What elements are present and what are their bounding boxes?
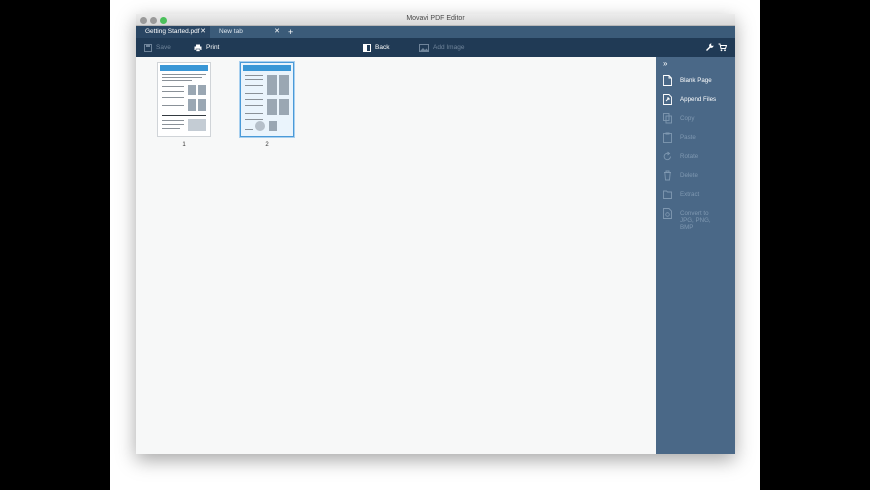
convert-button[interactable]: Convert to JPG, PNG, BMP: [663, 208, 720, 231]
thumbnail-text-line: [245, 129, 253, 130]
image-icon: [419, 43, 429, 52]
thumbnail-text-line: [162, 91, 184, 92]
append-files-button[interactable]: Append Files: [663, 94, 716, 106]
copy-label: Copy: [680, 115, 695, 122]
append-files-icon: [663, 94, 672, 105]
page-actions-panel: » Blank Page Append Files Copy Paste Rot…: [656, 57, 735, 454]
page-thumbnail[interactable]: [157, 62, 211, 137]
convert-icon: [663, 208, 672, 219]
rotate-label: Rotate: [680, 153, 699, 160]
thumbnail-text-line: [245, 113, 263, 114]
thumbnail-text-line: [245, 85, 263, 86]
cart-icon[interactable]: [718, 43, 727, 52]
thumbnail-text-line: [162, 105, 184, 106]
close-tab-icon[interactable]: ✕: [274, 26, 280, 38]
thumbnail-figure: [188, 85, 196, 95]
new-tab-button[interactable]: +: [288, 26, 293, 38]
extract-button[interactable]: Extract: [663, 189, 699, 201]
copy-icon: [663, 113, 672, 124]
collapse-panel-icon[interactable]: »: [663, 59, 667, 68]
save-icon: [144, 43, 152, 52]
print-label: Print: [206, 44, 220, 51]
thumbnail-figure: [188, 99, 196, 111]
thumbnail-text-line: [245, 79, 263, 80]
thumbnail-text-line: [245, 119, 263, 120]
copy-button[interactable]: Copy: [663, 113, 694, 125]
thumbnail-figure: [198, 85, 206, 95]
convert-label: Convert to JPG, PNG, BMP: [680, 210, 711, 231]
print-button[interactable]: Print: [194, 38, 219, 57]
thumbnail-text-line: [162, 80, 192, 81]
thumbnail-text-line: [245, 99, 263, 100]
thumbnail-text-line: [162, 128, 180, 129]
thumbnail-text-line: [162, 115, 206, 116]
blank-page-icon: [663, 75, 672, 86]
thumbnail-header-band: [243, 65, 291, 71]
tab-getting-started[interactable]: Getting Started.pdf ✕: [136, 26, 210, 38]
thumbnail-figure: [279, 75, 289, 95]
tab-bar: Getting Started.pdf ✕ New tab ✕ +: [136, 26, 735, 38]
close-tab-icon[interactable]: ✕: [200, 26, 206, 38]
thumbnail-text-line: [162, 120, 184, 121]
add-image-button[interactable]: Add Image: [419, 38, 464, 57]
append-files-label: Append Files: [680, 96, 717, 103]
app-window: Movavi PDF Editor Getting Started.pdf ✕ …: [136, 14, 735, 454]
save-label: Save: [156, 44, 171, 51]
thumbnail-text-line: [162, 86, 184, 87]
extract-icon: [663, 190, 672, 199]
blank-page-label: Blank Page: [680, 77, 712, 84]
paste-button[interactable]: Paste: [663, 132, 696, 144]
thumbnail-text-line: [245, 75, 263, 76]
extract-label: Extract: [680, 191, 700, 198]
page-thumbnails-area[interactable]: 1 2: [136, 57, 656, 454]
tab-label: New tab: [219, 28, 243, 35]
add-image-label: Add Image: [433, 44, 465, 51]
back-button[interactable]: Back: [363, 38, 389, 57]
delete-icon: [664, 170, 671, 181]
thumbnail-figure: [279, 99, 289, 115]
page-number: 1: [182, 142, 186, 148]
thumbnail-text-line: [162, 97, 184, 98]
paste-icon: [663, 132, 672, 143]
rotate-icon: [663, 151, 671, 161]
rotate-button[interactable]: Rotate: [663, 151, 698, 163]
thumbnail-header-band: [160, 65, 208, 71]
thumbnail-figure: [188, 119, 206, 131]
tab-new-tab[interactable]: New tab ✕: [210, 26, 284, 38]
page-number: 2: [265, 142, 269, 148]
page-thumbnail-selected[interactable]: [240, 62, 294, 137]
thumbnail-figure: [267, 99, 277, 115]
wrench-icon[interactable]: [705, 43, 714, 52]
toolbar: Save Print Back Add Image: [136, 38, 735, 57]
paste-label: Paste: [680, 134, 696, 141]
back-page-icon: [363, 43, 371, 52]
thumbnail-figure: [267, 75, 277, 95]
tab-label: Getting Started.pdf: [145, 28, 200, 35]
thumbnail-text-line: [245, 93, 263, 94]
thumbnail-text-line: [162, 124, 184, 125]
delete-label: Delete: [680, 172, 698, 179]
thumbnail-figure: [269, 121, 277, 131]
thumbnail-text-line: [162, 74, 206, 75]
thumbnail-text-line: [245, 105, 263, 106]
title-bar: Movavi PDF Editor: [136, 14, 735, 26]
window-title: Movavi PDF Editor: [406, 15, 465, 22]
back-label: Back: [375, 44, 390, 51]
blank-page-button[interactable]: Blank Page: [663, 75, 712, 87]
thumbnail-figure: [198, 99, 206, 111]
thumbnail-text-line: [162, 77, 202, 78]
save-button[interactable]: Save: [144, 38, 171, 57]
delete-button[interactable]: Delete: [663, 170, 698, 182]
printer-icon: [194, 44, 202, 52]
thumbnail-figure: [255, 121, 265, 131]
